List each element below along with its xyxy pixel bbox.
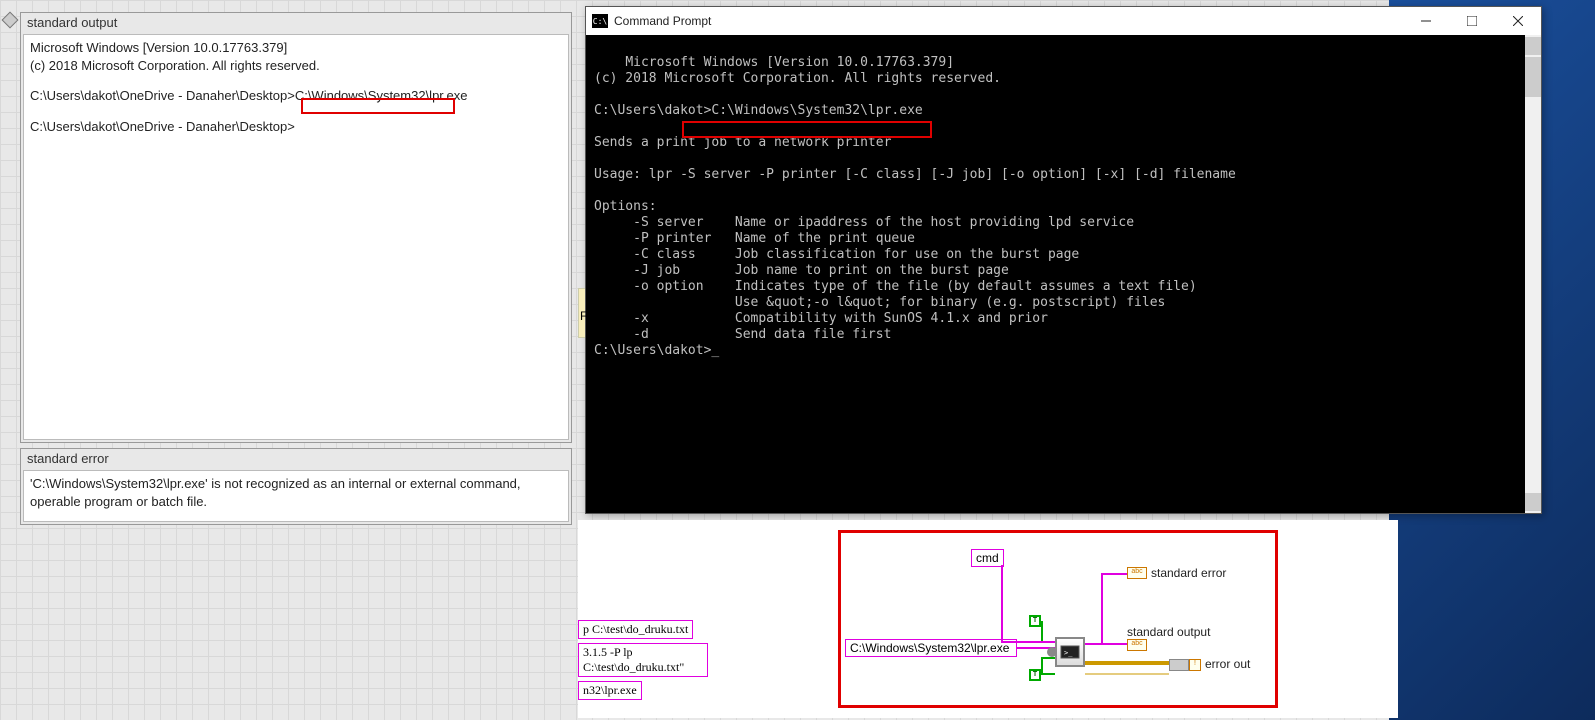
wire <box>1101 573 1127 575</box>
wire <box>1085 661 1169 665</box>
svg-text:>_: >_ <box>1064 649 1073 657</box>
close-button[interactable] <box>1495 7 1541 35</box>
stdout-indicator: standard output Microsoft Windows [Versi… <box>20 12 572 443</box>
bool-true-icon: T <box>1029 669 1041 681</box>
stderr-body[interactable]: 'C:\Windows\System32\lpr.exe' is not rec… <box>23 470 569 522</box>
scroll-thumb[interactable] <box>1525 57 1541 97</box>
node-dot <box>1047 647 1057 657</box>
cmd-label[interactable]: cmd <box>971 549 1004 567</box>
stdout-line: Microsoft Windows [Version 10.0.17763.37… <box>30 39 562 57</box>
string-constant[interactable]: p C:\test\do_druku.txt <box>578 620 693 639</box>
cluster-indicator-icon <box>1169 659 1189 671</box>
stdout-line: C:\Users\dakot\OneDrive - Danaher\Deskto… <box>30 118 562 136</box>
highlight-box <box>301 98 455 114</box>
wire <box>1041 657 1055 659</box>
output-label: standard error <box>1151 566 1226 580</box>
stdout-line: C:\Users\dakot\OneDrive - Danaher\Deskto… <box>30 87 562 105</box>
cmd-output[interactable]: Microsoft Windows [Version 10.0.17763.37… <box>586 35 1541 513</box>
highlight-box <box>682 121 932 138</box>
stdout-body[interactable]: Microsoft Windows [Version 10.0.17763.37… <box>23 34 569 440</box>
minimize-button[interactable] <box>1403 7 1449 35</box>
wire <box>1041 621 1043 641</box>
wire <box>1101 573 1103 645</box>
string-constant[interactable]: C:\Windows\System32\lpr.exe <box>845 639 1017 657</box>
system-exec-node[interactable]: >_ <box>1055 637 1085 667</box>
string-constant[interactable]: 3.1.5 -P lp C:\test\do_druku.txt" <box>578 643 708 677</box>
drag-handle[interactable] <box>2 12 19 29</box>
output-label: standard output <box>1127 625 1210 639</box>
stderr-title: standard error <box>21 449 571 468</box>
output-label: error out <box>1205 657 1250 671</box>
string-indicator-icon: abc <box>1127 567 1147 579</box>
wire <box>1041 673 1055 675</box>
wire <box>1041 657 1043 675</box>
cmd-window-title: Command Prompt <box>614 14 711 28</box>
bool-true-icon: T <box>1029 615 1041 627</box>
stderr-indicator: standard error 'C:\Windows\System32\lpr.… <box>20 448 572 525</box>
maximize-button[interactable] <box>1449 7 1495 35</box>
string-snippets: p C:\test\do_druku.txt 3.1.5 -P lp C:\te… <box>578 618 708 690</box>
wire <box>1085 673 1169 675</box>
scroll-up-button[interactable] <box>1525 37 1541 55</box>
cmd-titlebar[interactable]: C:\ Command Prompt <box>586 7 1541 35</box>
diagram-highlight: cmd C:\Windows\System32\lpr.exe T T >_ a… <box>838 530 1278 708</box>
cmd-icon: C:\ <box>592 14 608 28</box>
string-constant[interactable]: n32\lpr.exe <box>578 681 642 700</box>
command-prompt-window[interactable]: C:\ Command Prompt Microsoft Windows [Ve… <box>585 6 1542 514</box>
wire <box>1001 565 1003 641</box>
obscured-panel: F <box>578 288 585 338</box>
scroll-down-button[interactable] <box>1525 493 1541 511</box>
stdout-line: (c) 2018 Microsoft Corporation. All righ… <box>30 57 562 75</box>
wire <box>1085 643 1127 645</box>
scrollbar[interactable] <box>1525 35 1541 513</box>
error-indicator-icon: ! <box>1189 659 1201 671</box>
stdout-title: standard output <box>21 13 571 32</box>
string-indicator-icon: abc <box>1127 639 1147 651</box>
